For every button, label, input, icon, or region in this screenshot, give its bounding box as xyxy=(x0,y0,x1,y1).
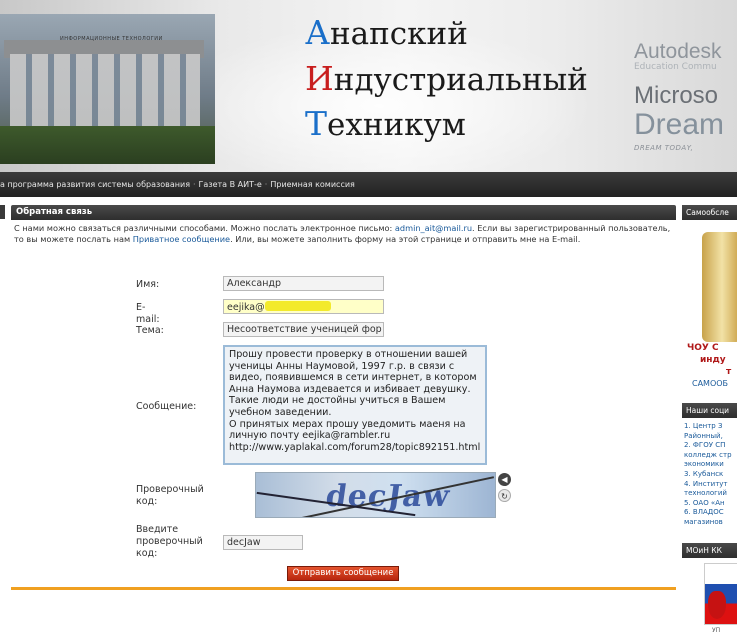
redacted-mark xyxy=(264,301,331,311)
code-label-1: Введите xyxy=(136,524,179,535)
partner-logos: Autodesk Education Commu Microso Dream D… xyxy=(634,40,724,152)
subject-label: Тема: xyxy=(136,325,164,336)
self-survey-line-3: т xyxy=(726,367,732,377)
site-title-line-2: Индустриальный xyxy=(305,62,588,96)
title-rest-3: ехникум xyxy=(327,107,466,143)
name-input[interactable]: Александр xyxy=(223,276,384,291)
feedback-intro: С нами можно связаться различными способ… xyxy=(11,220,676,245)
self-survey-line-1: ЧОУ С xyxy=(687,343,719,353)
title-rest-2: ндустриальный xyxy=(333,62,588,98)
list-item[interactable]: 2. ФГОУ СП xyxy=(684,441,735,451)
social-partners-title: Наши соци xyxy=(682,403,737,418)
social-partners-box: Наши соци 1. Центр З Районный, 2. ФГОУ С… xyxy=(682,403,737,538)
ministry-caption: УП xyxy=(712,627,721,634)
nav-separator: · xyxy=(193,180,196,189)
list-item[interactable]: 3. Кубанск xyxy=(684,470,735,480)
private-message-link[interactable]: Приватное сообщение xyxy=(133,234,230,244)
scroll-image[interactable] xyxy=(702,232,737,342)
list-item[interactable]: 1. Центр З xyxy=(684,422,735,432)
message-label: Сообщение: xyxy=(136,401,197,412)
captcha-code-input[interactable]: decJaw xyxy=(223,535,303,550)
header-banner: ИНФОРМАЦИОННЫЕ ТЕХНОЛОГИИ Анапский Индус… xyxy=(0,0,737,172)
list-item[interactable]: Районный, xyxy=(684,432,735,442)
emblem-icon xyxy=(708,591,726,619)
submit-button[interactable]: Отправить сообщение xyxy=(287,566,399,581)
panel-bottom-bar xyxy=(11,587,676,590)
feedback-panel: Обратная связь С нами можно связаться ра… xyxy=(11,205,676,590)
refresh-icon[interactable]: ↻ xyxy=(498,489,511,502)
intro-text-1: С нами можно связаться различными способ… xyxy=(14,223,395,233)
ministry-box: МОиН КК УП xyxy=(682,543,737,635)
code-label-3: код: xyxy=(136,548,158,559)
title-rest-1: напский xyxy=(330,16,468,52)
intro-text-3: . Или, вы можете заполнить форму на этой… xyxy=(230,234,581,244)
email-input[interactable]: eejika@ xyxy=(223,299,384,314)
site-title-line-1: Анапский xyxy=(305,16,468,50)
self-survey-box: Самообсле ЧОУ С инду т САМООБ xyxy=(682,205,737,400)
building-sign: ИНФОРМАЦИОННЫЕ ТЕХНОЛОГИИ xyxy=(60,36,163,42)
list-item[interactable]: 4. Институт xyxy=(684,480,735,490)
building-photo: ИНФОРМАЦИОННЫЕ ТЕХНОЛОГИИ xyxy=(0,14,215,164)
partners-list: 1. Центр З Районный, 2. ФГОУ СП колледж … xyxy=(682,418,737,532)
email-label: E-mail: xyxy=(136,302,160,325)
autodesk-logo: Autodesk xyxy=(634,40,722,63)
code-label-2: проверочный xyxy=(136,536,203,547)
dreamspark-logo: Dream xyxy=(634,108,725,141)
left-column-edge xyxy=(0,205,5,219)
list-item[interactable]: колледж стр xyxy=(684,451,735,461)
title-cap-2: И xyxy=(305,59,334,98)
self-survey-link[interactable]: САМООБ xyxy=(692,379,728,388)
self-survey-line-2: инду xyxy=(700,355,726,365)
nav-item-newspaper[interactable]: Газета В АИТ-е xyxy=(199,180,262,189)
captcha-image: decJaw xyxy=(255,472,496,518)
audio-icon[interactable]: ◀ xyxy=(498,473,511,486)
microsoft-logo: Microso xyxy=(634,82,719,109)
list-item[interactable]: 5. ОАО «Ан xyxy=(684,499,735,509)
title-cap-3: Т xyxy=(305,104,328,143)
captcha-controls: ◀ ↻ xyxy=(498,473,512,505)
list-item[interactable]: технологий xyxy=(684,489,735,499)
top-nav: а программа развития системы образования… xyxy=(0,172,737,197)
nav-item-admissions[interactable]: Приемная комиссия xyxy=(270,180,355,189)
email-input-value: eejika@ xyxy=(227,302,265,313)
captcha-label-2: код: xyxy=(136,496,158,507)
site-title-line-3: Техникум xyxy=(305,107,466,141)
dreamspark-tagline: DREAM TODAY, xyxy=(634,144,694,152)
admin-email-link[interactable]: admin_ait@mail.ru xyxy=(395,223,472,233)
self-survey-title: Самообсле xyxy=(682,205,737,220)
building-trees xyxy=(0,126,215,164)
list-item[interactable]: 6. ВЛАДОС xyxy=(684,508,735,518)
subject-input[interactable]: Несоответствие ученицей фор xyxy=(223,322,384,337)
name-label: Имя: xyxy=(136,279,160,290)
panel-title: Обратная связь xyxy=(11,205,676,220)
message-textarea[interactable]: Прошу провести проверку в отношении ваше… xyxy=(223,345,487,465)
autodesk-edu-caption: Education Commu xyxy=(634,62,717,72)
list-item[interactable]: экономики xyxy=(684,460,735,470)
captcha-label-1: Проверочный xyxy=(136,484,204,495)
ministry-title: МОиН КК xyxy=(682,543,737,558)
list-item[interactable]: магазинов xyxy=(684,518,735,528)
nav-item-development-program[interactable]: а программа развития системы образования xyxy=(0,180,190,189)
title-cap-1: А xyxy=(305,13,330,52)
